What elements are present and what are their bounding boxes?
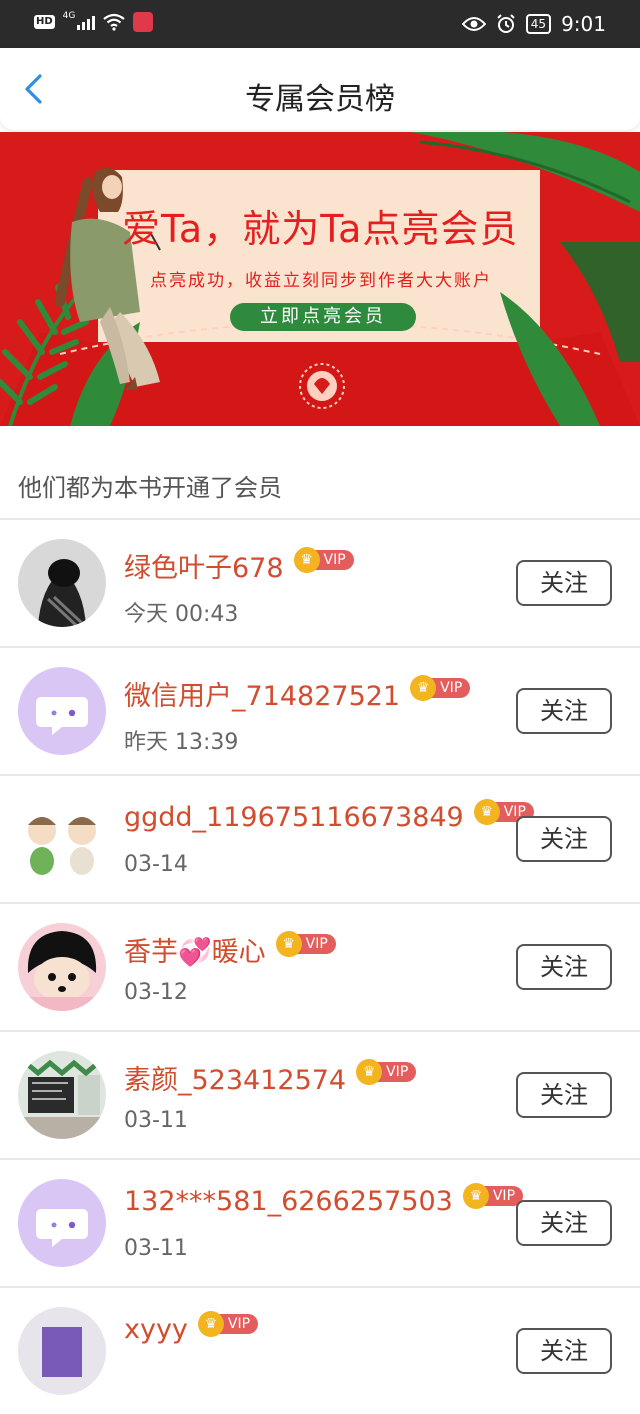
avatar[interactable] xyxy=(18,923,106,1011)
vip-badge: ♛ VIP xyxy=(275,930,336,957)
section-title: 他们都为本书开通了会员 xyxy=(18,474,282,502)
signal-icon xyxy=(77,14,96,30)
member-row[interactable]: 素颜_523412574 ♛ VIP 03-11 关注 xyxy=(0,1030,640,1158)
avatar[interactable] xyxy=(18,795,106,883)
member-list: 绿色叶子678 ♛ VIP 今天 00:43 关注 微信用户_714827521 ♛ VIP 昨… xyxy=(0,518,640,1414)
banner-headline: 爱Ta，就为Ta点亮会员 xyxy=(122,207,519,251)
member-row[interactable]: 绿色叶子678 ♛ VIP 今天 00:43 关注 xyxy=(0,518,640,646)
avatar[interactable] xyxy=(18,1179,106,1267)
member-name[interactable]: 微信用户_714827521 xyxy=(124,674,400,713)
follow-button[interactable]: 关注 xyxy=(516,944,612,990)
status-right: 45 9:01 xyxy=(461,12,606,36)
member-row[interactable]: ggdd_119675116673849 ♛ VIP 03-14 关注 xyxy=(0,774,640,902)
member-time: 03-14 xyxy=(124,852,188,877)
wifi-icon xyxy=(103,13,126,31)
member-row[interactable]: 132***581_6266257503 ♛ VIP 03-11 关注 xyxy=(0,1158,640,1286)
member-name[interactable]: 绿色叶子678 xyxy=(124,546,284,585)
member-name-line: 微信用户_714827521 ♛ VIP xyxy=(124,674,471,713)
eye-icon xyxy=(461,17,486,31)
network-type: 4G xyxy=(62,11,76,21)
member-name-line: 香芋💞暖心 ♛ VIP xyxy=(124,930,336,969)
vip-badge: ♛ VIP xyxy=(356,1058,417,1085)
crown-icon: ♛ xyxy=(462,1182,489,1209)
avatar[interactable] xyxy=(18,1307,106,1395)
member-time: 昨天 13:39 xyxy=(124,730,239,755)
member-row[interactable]: 微信用户_714827521 ♛ VIP 昨天 13:39 关注 xyxy=(0,646,640,774)
member-name-line: ggdd_119675116673849 ♛ VIP xyxy=(124,798,534,833)
vip-badge: ♛ VIP xyxy=(293,546,354,573)
app-notification-icon xyxy=(133,12,154,32)
avatar[interactable] xyxy=(18,1051,106,1139)
status-left: HD 4G xyxy=(34,11,154,32)
hd-icon: HD xyxy=(34,15,55,29)
member-row[interactable]: xyyy ♛ VIP 关注 xyxy=(0,1286,640,1414)
battery-icon: 45 xyxy=(525,14,552,34)
nav-header: 专属会员榜 xyxy=(0,48,640,130)
member-name[interactable]: 132***581_6266257503 xyxy=(124,1186,453,1217)
member-time: 03-12 xyxy=(124,980,188,1005)
member-name-line: 绿色叶子678 ♛ VIP xyxy=(124,546,354,585)
member-name[interactable]: ggdd_119675116673849 xyxy=(124,802,464,833)
promo-banner[interactable]: 爱Ta，就为Ta点亮会员 点亮成功，收益立刻同步到作者大大账户 立即点亮会员 xyxy=(0,132,640,426)
member-time: 03-11 xyxy=(124,1108,188,1133)
member-time: 03-11 xyxy=(124,1236,188,1261)
vip-badge: ♛ VIP xyxy=(410,674,471,701)
avatar[interactable] xyxy=(18,539,106,627)
clock: 9:01 xyxy=(561,12,606,36)
crown-icon: ♛ xyxy=(197,1310,224,1337)
member-name-line: 素颜_523412574 ♛ VIP xyxy=(124,1058,417,1097)
crown-icon: ♛ xyxy=(356,1058,383,1085)
crown-icon: ♛ xyxy=(275,930,302,957)
follow-button[interactable]: 关注 xyxy=(516,1200,612,1246)
avatar[interactable] xyxy=(18,667,106,755)
banner-subtitle: 点亮成功，收益立刻同步到作者大大账户 xyxy=(150,271,492,291)
page-title: 专属会员榜 xyxy=(245,82,395,117)
crown-icon: ♛ xyxy=(410,674,437,701)
vip-badge: ♛ VIP xyxy=(197,1310,259,1337)
crown-icon: ♛ xyxy=(293,546,320,573)
follow-button[interactable]: 关注 xyxy=(516,560,612,606)
light-up-vip-button[interactable]: 立即点亮会员 xyxy=(230,303,416,331)
alarm-icon xyxy=(497,14,515,33)
member-name[interactable]: 香芋💞暖心 xyxy=(124,930,266,969)
follow-button[interactable]: 关注 xyxy=(516,1328,612,1374)
member-name-line: 132***581_6266257503 ♛ VIP xyxy=(124,1182,524,1217)
follow-button[interactable]: 关注 xyxy=(516,1072,612,1118)
member-name[interactable]: 素颜_523412574 xyxy=(124,1058,346,1097)
status-bar: HD 4G 45 9:01 xyxy=(0,0,640,48)
follow-button[interactable]: 关注 xyxy=(516,688,612,734)
crown-icon: ♛ xyxy=(473,798,500,825)
follow-button[interactable]: 关注 xyxy=(516,816,612,862)
member-time: 今天 00:43 xyxy=(124,602,239,627)
member-row[interactable]: 香芋💞暖心 ♛ VIP 03-12 关注 xyxy=(0,902,640,1030)
vip-badge: ♛ VIP xyxy=(462,1182,524,1209)
